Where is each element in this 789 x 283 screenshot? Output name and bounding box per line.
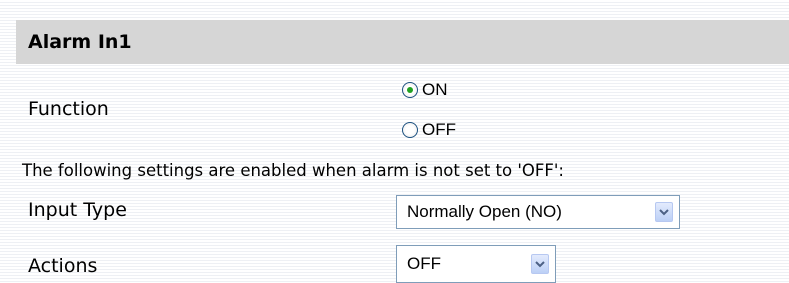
radio-off-label[interactable]: OFF (422, 120, 456, 140)
actions-value[interactable]: OFF (397, 254, 531, 274)
function-on-option[interactable]: ON (402, 78, 448, 102)
chevron-down-icon[interactable] (655, 202, 673, 222)
function-off-option[interactable]: OFF (402, 118, 456, 142)
alarm-in1-panel: Alarm In1 Function ON OFF The following … (16, 0, 789, 283)
function-label: Function (28, 98, 109, 120)
settings-note: The following settings are enabled when … (22, 161, 564, 180)
input-type-label: Input Type (28, 199, 127, 221)
actions-label: Actions (28, 255, 98, 277)
radio-on[interactable] (402, 82, 418, 98)
section-header: Alarm In1 (16, 20, 789, 64)
input-type-value[interactable]: Normally Open (NO) (397, 202, 655, 222)
input-type-select[interactable]: Normally Open (NO) (396, 195, 680, 229)
chevron-down-icon[interactable] (531, 254, 549, 274)
radio-on-label[interactable]: ON (422, 80, 448, 100)
actions-select[interactable]: OFF (396, 245, 556, 283)
radio-off[interactable] (402, 122, 418, 138)
